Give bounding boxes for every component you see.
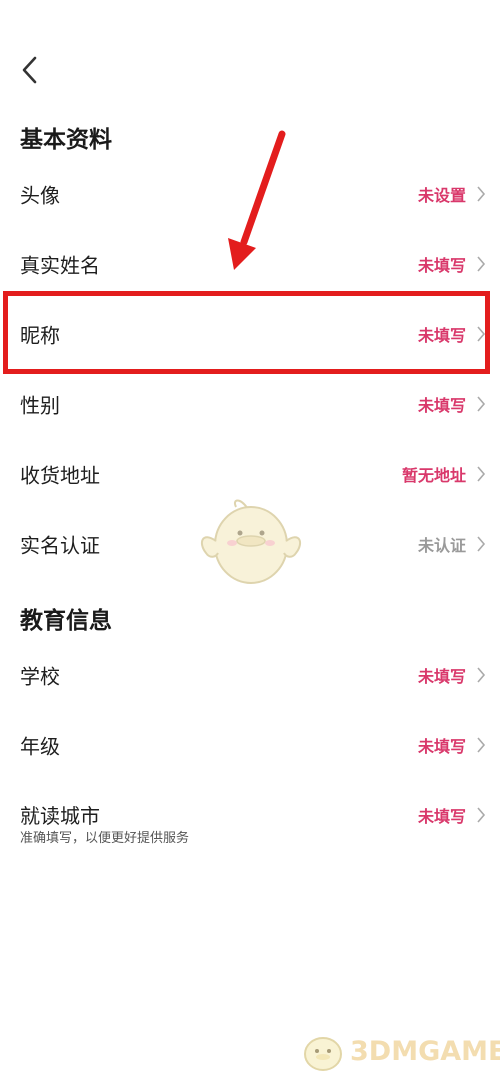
chevron-right-icon: [477, 256, 486, 272]
watermark-mascot-icon: [200, 499, 302, 584]
row-value: 未填写: [417, 807, 466, 826]
row-label: 年级: [20, 734, 60, 759]
highlight-box: [3, 291, 490, 374]
row-value: 未设置: [417, 186, 466, 205]
row-label: 收货地址: [20, 463, 100, 488]
chevron-right-icon: [477, 536, 486, 552]
red-arrow-icon: [228, 130, 286, 270]
chevron-right-icon: [477, 667, 486, 683]
row-label: 学校: [20, 664, 60, 689]
row-value: 未填写: [417, 667, 466, 686]
section-title-basic-info: 基本资料: [20, 127, 112, 153]
watermark-logo-icon: [304, 1037, 342, 1071]
chevron-right-icon: [477, 807, 486, 823]
row-grade[interactable]: 年级 未填写: [0, 710, 500, 780]
row-value: 暂无地址: [401, 466, 466, 485]
row-value: 未填写: [417, 737, 466, 756]
chevron-right-icon: [477, 466, 486, 482]
row-school[interactable]: 学校 未填写: [0, 640, 500, 710]
row-value: 未填写: [417, 256, 466, 275]
watermark: 3DMGAME: [300, 1030, 500, 1072]
row-label: 实名认证: [20, 533, 100, 558]
chevron-right-icon: [477, 737, 486, 753]
row-label: 真实姓名: [20, 253, 100, 278]
chevron-right-icon: [477, 186, 486, 202]
chevron-left-icon: [22, 56, 37, 84]
row-label: 性别: [20, 393, 60, 418]
row-value: 未认证: [417, 536, 466, 555]
row-sublabel: 准确填写，以便更好提供服务: [20, 831, 190, 846]
back-button[interactable]: [14, 52, 44, 88]
row-label: 头像: [20, 183, 60, 208]
row-label: 就读城市: [20, 804, 100, 828]
row-city[interactable]: 就读城市 准确填写，以便更好提供服务 未填写: [0, 780, 500, 850]
section-title-education-info: 教育信息: [20, 608, 112, 634]
row-gender[interactable]: 性别 未填写: [0, 369, 500, 439]
chevron-right-icon: [477, 396, 486, 412]
watermark-text: 3DMGAME: [350, 1035, 500, 1067]
row-value: 未填写: [417, 396, 466, 415]
